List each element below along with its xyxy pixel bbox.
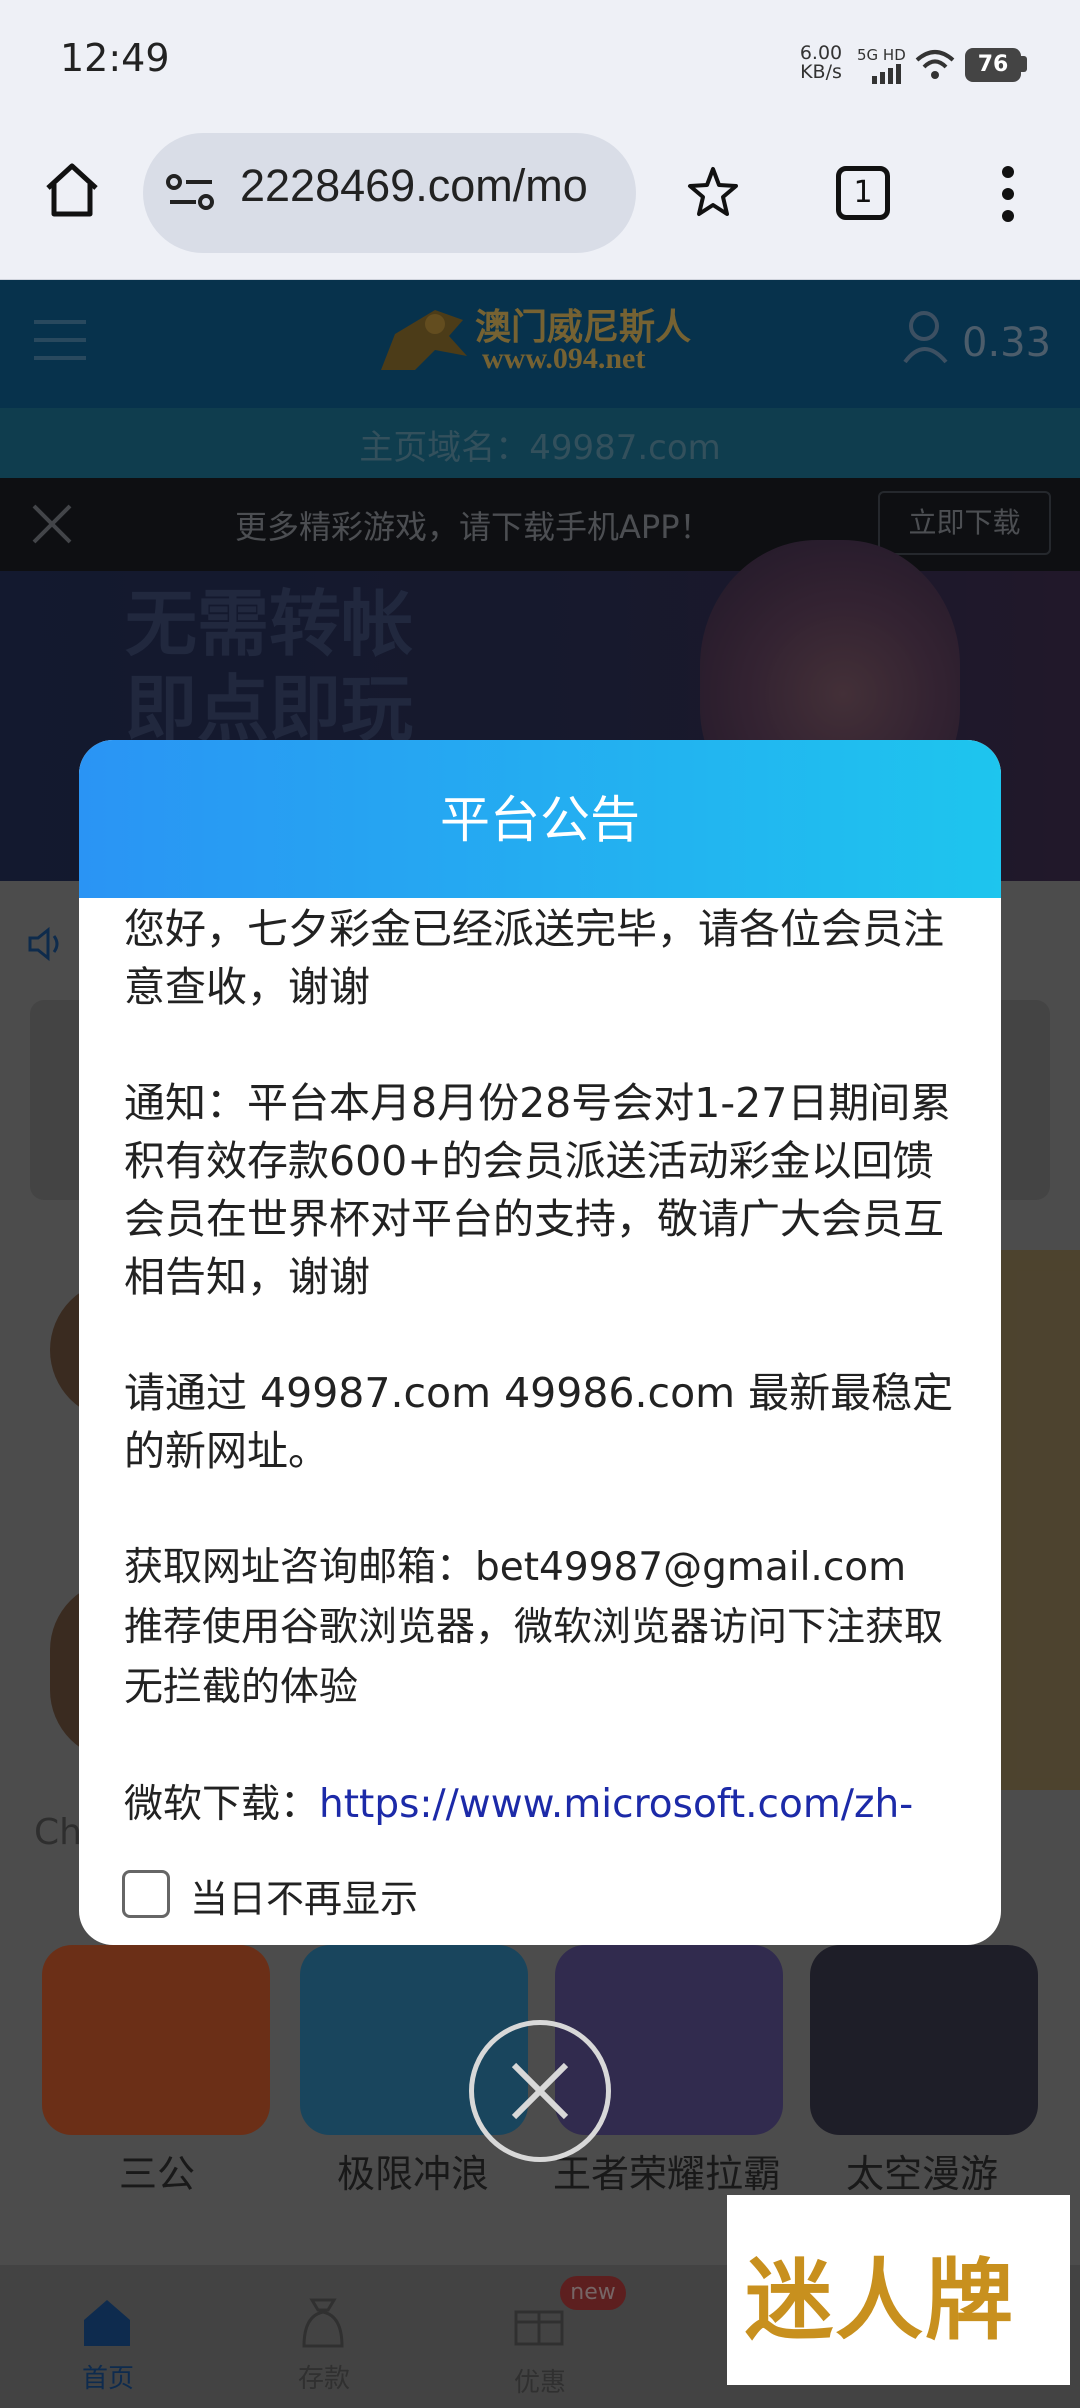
browser-recommendation-text: 推荐使用谷歌浏览器，微软浏览器访问下注获取无拦截的体验 (124, 1605, 944, 1710)
network-speed: 6.00 KB/s (795, 44, 847, 82)
dont-show-label[interactable]: 当日不再显示 (190, 1868, 418, 1923)
battery-tip (1021, 56, 1027, 72)
status-time: 12:49 (60, 36, 170, 80)
bookmark-star-icon[interactable] (686, 165, 740, 219)
tab-switcher-button[interactable]: 1 (836, 166, 890, 220)
ms-download-row: 微软下载：https://www.microsoft.com/zh- (124, 1776, 956, 1834)
announcement-contact: 获取网址咨询邮箱：bet49987@gmail.com 推荐使用谷歌浏览器，微软… (124, 1538, 956, 1718)
home-icon[interactable] (42, 160, 102, 220)
more-menu-icon[interactable] (996, 162, 1020, 226)
modal-body: 您好，七夕彩金已经派送完毕，请各位会员注意查收，谢谢 通知：平台本月8月份28号… (124, 900, 956, 1834)
modal-close-button[interactable] (469, 2020, 611, 2162)
signal-icon (872, 64, 901, 84)
watermark-text: 迷人牌 (745, 2248, 1016, 2352)
contact-email-text: 获取网址咨询邮箱：bet49987@gmail.com (124, 1545, 907, 1590)
network-speed-unit: KB/s (800, 61, 842, 83)
site-settings-icon[interactable] (166, 172, 216, 214)
close-icon (511, 2062, 569, 2120)
announcement-paragraph: 通知：平台本月8月份28号会对1-27日期间累积有效存款600+的会员派送活动彩… (124, 1079, 952, 1301)
wifi-icon (915, 50, 955, 79)
modal-title: 平台公告 (440, 791, 640, 849)
dont-show-checkbox[interactable] (122, 1870, 170, 1918)
announcement-paragraph: 请通过 49987.com 49986.com 最新最稳定的新网址。 (124, 1369, 954, 1475)
url-text[interactable]: 2228469.com/mo (240, 160, 620, 212)
announcement-paragraph: 您好，七夕彩金已经派送完毕，请各位会员注意查收，谢谢 (124, 905, 944, 1011)
battery-level: 76 (965, 48, 1021, 82)
ms-download-label: 微软下载： (124, 1782, 320, 1827)
ms-download-link[interactable]: https://www.microsoft.com/zh- (319, 1782, 913, 1827)
